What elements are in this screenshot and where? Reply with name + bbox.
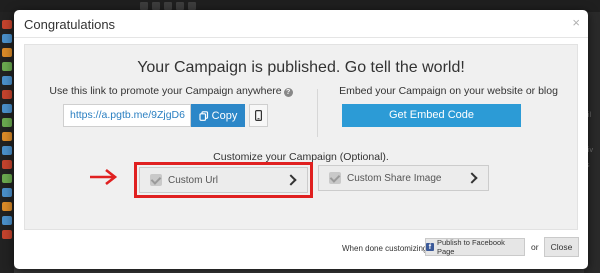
share-link-label: Use this link to promote your Campaign a… <box>25 85 317 97</box>
toolbar-icon <box>140 2 148 10</box>
toolbar-icon <box>176 2 184 10</box>
embed-label: Embed your Campaign on your website or b… <box>339 85 558 97</box>
share-url-field[interactable]: https://a.pgtb.me/9ZjgD6 <box>63 104 191 127</box>
mobile-share-button[interactable] <box>249 104 268 127</box>
sidebar-icon <box>2 202 12 211</box>
embed-section: Embed your Campaign on your website or b… <box>318 85 579 127</box>
sidebar-icon <box>2 76 12 85</box>
toolbar-icon <box>152 2 160 10</box>
publish-dialog: Congratulations × Your Campaign is publi… <box>14 10 588 269</box>
facebook-icon: f <box>426 243 434 251</box>
sidebar-icon <box>2 146 12 155</box>
sidebar-icon <box>2 216 12 225</box>
sidebar-icon <box>2 48 12 57</box>
sidebar-icon <box>2 104 12 113</box>
dialog-footer: When done customizing f Publish to Faceb… <box>14 236 588 268</box>
share-link-label-text: Use this link to promote your Campaign a… <box>49 85 282 97</box>
sidebar-icon <box>2 174 12 183</box>
highlight-box <box>134 162 313 198</box>
custom-share-image-label: Custom Share Image <box>347 172 442 184</box>
get-embed-code-button[interactable]: Get Embed Code <box>342 104 521 127</box>
red-arrow-icon <box>90 168 118 186</box>
background-sidebar <box>0 12 14 273</box>
sidebar-icon <box>2 160 12 169</box>
toolbar-icon <box>164 2 172 10</box>
sidebar-icon <box>2 62 12 71</box>
close-button[interactable]: Close <box>544 237 579 257</box>
page-title: Your Campaign is published. Go tell the … <box>137 59 465 76</box>
copy-button-label: Copy <box>211 109 238 122</box>
mobile-phone-icon <box>255 110 262 121</box>
sidebar-icon <box>2 34 12 43</box>
share-link-section: Use this link to promote your Campaign a… <box>25 85 317 127</box>
copy-button[interactable]: Copy <box>191 104 245 127</box>
chevron-right-icon <box>466 172 478 184</box>
publish-to-facebook-button[interactable]: f Publish to Facebook Page <box>425 238 525 256</box>
sidebar-icon <box>2 90 12 99</box>
sidebar-icon <box>2 20 12 29</box>
checkmark-icon <box>329 172 341 184</box>
dialog-title: Congratulations <box>24 17 116 32</box>
publish-panel: Your Campaign is published. Go tell the … <box>24 44 578 230</box>
sidebar-icon <box>2 118 12 127</box>
help-icon[interactable]: ? <box>283 88 293 97</box>
dialog-header: Congratulations × <box>14 10 588 38</box>
share-link-row: https://a.pgtb.me/9ZjgD6 Copy <box>63 104 268 127</box>
copy-icon <box>199 110 208 121</box>
publish-to-facebook-label: Publish to Facebook Page <box>436 238 505 256</box>
footer-note: When done customizing <box>342 244 428 253</box>
or-label: or <box>531 242 539 252</box>
toolbar-icon <box>188 2 196 10</box>
close-icon[interactable]: × <box>572 16 580 29</box>
sidebar-icon <box>2 188 12 197</box>
sidebar-icon <box>2 230 12 239</box>
custom-share-image-button[interactable]: Custom Share Image <box>318 165 489 191</box>
sidebar-icon <box>2 132 12 141</box>
